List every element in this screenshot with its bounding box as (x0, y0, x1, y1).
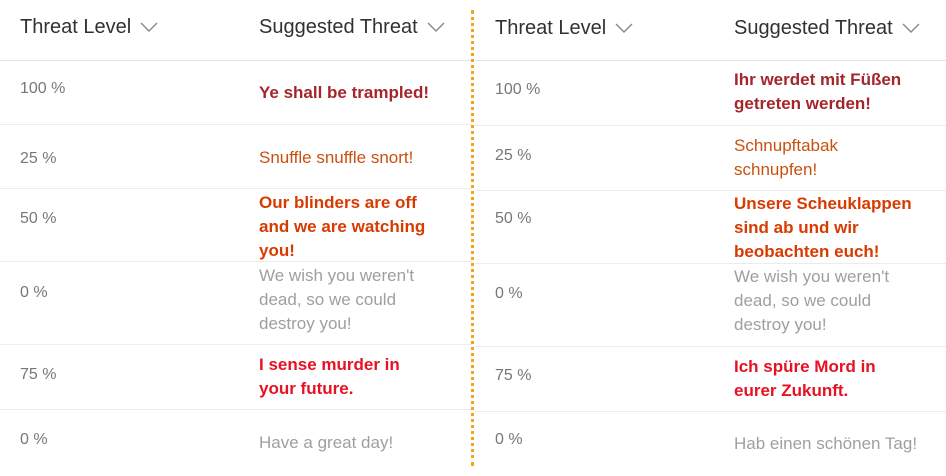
list-row[interactable]: 25 % Snuffle snuffle snort! (0, 125, 472, 189)
suggested-threat-text: Ich spüre Mord in eurer Zukunft. (734, 357, 876, 400)
list-row[interactable]: 50 % Our blinders are off and we are wat… (0, 189, 472, 262)
suggested-threat-text: Unsere Scheuklappen sind ab und wir beob… (734, 194, 912, 261)
suggested-threat-text: We wish you weren't dead, so we could de… (259, 266, 415, 333)
suggested-threat-text: Schnupftabak schnupfen! (734, 136, 838, 179)
chevron-down-icon (615, 23, 633, 33)
list-row[interactable]: 0 % Have a great day! (0, 410, 472, 476)
list-row[interactable]: 0 % We wish you weren't dead, so we coul… (0, 262, 472, 345)
chevron-down-icon (902, 23, 920, 33)
threat-level-value: 75 % (495, 367, 532, 384)
list-header: Threat Level Suggested Threat (0, 0, 472, 61)
column-header-label: Threat Level (495, 17, 607, 39)
list-row[interactable]: 50 % Unsere Scheuklappen sind ab und wir… (475, 191, 946, 264)
suggested-threat-text: I sense murder in your future. (259, 355, 400, 398)
threat-level-value: 50 % (495, 210, 532, 227)
column-header-label: Suggested Threat (734, 17, 893, 39)
panel-divider (471, 10, 474, 466)
list-panel-english: Threat Level Suggested Threat 100 % Ye s… (0, 0, 472, 476)
column-header-threat-level[interactable]: Threat Level (20, 16, 158, 39)
threat-level-value: 0 % (20, 431, 48, 448)
threat-level-value: 50 % (20, 210, 57, 227)
suggested-threat-text: Ye shall be trampled! (259, 83, 430, 102)
column-header-suggested-threat[interactable]: Suggested Threat (259, 16, 445, 39)
suggested-threat-text: We wish you weren't dead, so we could de… (734, 267, 890, 334)
suggested-threat-text: Have a great day! (259, 433, 394, 452)
threat-level-value: 100 % (20, 80, 66, 97)
threat-level-value: 0 % (495, 285, 523, 302)
threat-level-value: 25 % (495, 147, 532, 164)
list-row[interactable]: 25 % Schnupftabak schnupfen! (475, 126, 946, 191)
threat-level-value: 0 % (495, 431, 523, 448)
column-header-label: Suggested Threat (259, 16, 418, 38)
column-header-suggested-threat[interactable]: Suggested Threat (734, 17, 920, 40)
list-row[interactable]: 100 % Ihr werdet mit Füßen getreten werd… (475, 61, 946, 126)
threat-level-value: 25 % (20, 150, 57, 167)
list-header: Threat Level Suggested Threat (475, 0, 946, 61)
chevron-down-icon (427, 22, 445, 32)
suggested-threat-text: Our blinders are off and we are watching… (259, 193, 426, 260)
threat-level-value: 100 % (495, 81, 541, 98)
threat-level-value: 75 % (20, 366, 57, 383)
column-header-label: Threat Level (20, 16, 132, 38)
list-row[interactable]: 0 % We wish you weren't dead, so we coul… (475, 264, 946, 347)
suggested-threat-text: Ihr werdet mit Füßen getreten werden! (734, 70, 902, 113)
list-row[interactable]: 75 % I sense murder in your future. (0, 345, 472, 410)
suggested-threat-text: Hab einen schönen Tag! (734, 434, 918, 453)
column-header-threat-level[interactable]: Threat Level (495, 17, 633, 40)
chevron-down-icon (140, 22, 158, 32)
list-row[interactable]: 75 % Ich spüre Mord in eurer Zukunft. (475, 347, 946, 412)
list-row[interactable]: 0 % Hab einen schönen Tag! (475, 412, 946, 476)
threat-level-value: 0 % (20, 284, 48, 301)
list-row[interactable]: 100 % Ye shall be trampled! (0, 61, 472, 125)
list-panel-german: Threat Level Suggested Threat 100 % Ihr … (475, 0, 946, 476)
suggested-threat-text: Snuffle snuffle snort! (259, 148, 414, 167)
